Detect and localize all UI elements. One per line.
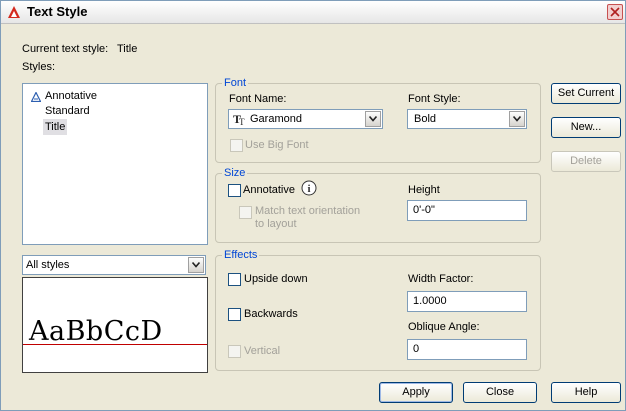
font-name-dropdown[interactable]: TT Garamond bbox=[228, 109, 383, 129]
annotative-icon bbox=[30, 91, 42, 107]
window-title: Text Style bbox=[27, 4, 88, 19]
svg-text:i: i bbox=[307, 183, 310, 195]
chevron-down-icon[interactable] bbox=[365, 111, 381, 127]
title-bar[interactable]: Text Style bbox=[1, 1, 625, 24]
annotative-checkbox[interactable] bbox=[228, 184, 241, 197]
match-orientation-label-line2: to layout bbox=[255, 218, 297, 230]
width-factor-value: 1.0000 bbox=[413, 295, 447, 307]
preview-baseline bbox=[23, 344, 207, 345]
font-style-dropdown[interactable]: Bold bbox=[407, 109, 527, 129]
truetype-icon: TT bbox=[233, 112, 247, 129]
use-big-font-label: Use Big Font bbox=[245, 139, 309, 151]
styles-list[interactable]: Annotative Standard Title bbox=[22, 83, 208, 245]
styles-filter-value: All styles bbox=[26, 259, 70, 271]
width-factor-input[interactable]: 1.0000 bbox=[407, 291, 527, 312]
styles-label: Styles: bbox=[22, 61, 56, 73]
vertical-checkbox[interactable] bbox=[228, 345, 241, 358]
autocad-icon bbox=[7, 5, 21, 19]
help-button[interactable]: Help bbox=[551, 382, 621, 403]
close-button[interactable]: Close bbox=[463, 382, 537, 403]
oblique-angle-input[interactable]: 0 bbox=[407, 339, 527, 360]
font-name-label: Font Name: bbox=[229, 93, 287, 105]
match-orientation-label: Match text orientation bbox=[255, 205, 361, 217]
backwards-label: Backwards bbox=[244, 308, 298, 320]
text-style-dialog: Text Style Current text style: Title Sty… bbox=[0, 0, 626, 411]
font-style-label: Font Style: bbox=[408, 93, 461, 105]
list-item-label: Standard bbox=[45, 105, 90, 117]
info-icon[interactable]: i bbox=[301, 180, 317, 199]
list-item-label: Title bbox=[43, 119, 68, 135]
style-preview: AaBbCcD bbox=[22, 277, 208, 373]
preview-text: AaBbCcD bbox=[29, 316, 163, 347]
use-big-font-checkbox[interactable] bbox=[230, 139, 243, 152]
svg-text:T: T bbox=[239, 117, 245, 126]
font-name-value: Garamond bbox=[250, 113, 302, 125]
upside-down-checkbox[interactable] bbox=[228, 273, 241, 286]
annotative-label: Annotative bbox=[243, 184, 295, 196]
oblique-angle-label: Oblique Angle: bbox=[408, 321, 480, 333]
match-orientation-checkbox[interactable] bbox=[239, 206, 252, 219]
delete-button[interactable]: Delete bbox=[551, 151, 621, 172]
list-item-label: Annotative bbox=[45, 90, 97, 102]
styles-filter-dropdown[interactable]: All styles bbox=[22, 255, 206, 275]
height-label: Height bbox=[408, 184, 440, 196]
font-style-value: Bold bbox=[414, 113, 437, 125]
set-current-button[interactable]: Set Current bbox=[551, 83, 621, 104]
oblique-angle-value: 0 bbox=[413, 343, 420, 355]
apply-button[interactable]: Apply bbox=[379, 382, 453, 403]
new-button[interactable]: New... bbox=[551, 117, 621, 138]
close-icon[interactable] bbox=[607, 4, 623, 20]
chevron-down-icon[interactable] bbox=[509, 111, 525, 127]
font-legend: Font bbox=[224, 77, 247, 89]
height-input[interactable]: 0'-0" bbox=[407, 200, 527, 221]
width-factor-label: Width Factor: bbox=[408, 273, 474, 285]
chevron-down-icon[interactable] bbox=[188, 257, 204, 273]
vertical-label: Vertical bbox=[244, 345, 281, 357]
current-style-value: Title bbox=[117, 43, 138, 55]
upside-down-label: Upside down bbox=[244, 273, 308, 285]
current-style-label: Current text style: bbox=[22, 43, 109, 55]
backwards-checkbox[interactable] bbox=[228, 308, 241, 321]
height-value: 0'-0" bbox=[413, 204, 435, 216]
size-legend: Size bbox=[224, 167, 246, 179]
effects-legend: Effects bbox=[224, 249, 258, 261]
